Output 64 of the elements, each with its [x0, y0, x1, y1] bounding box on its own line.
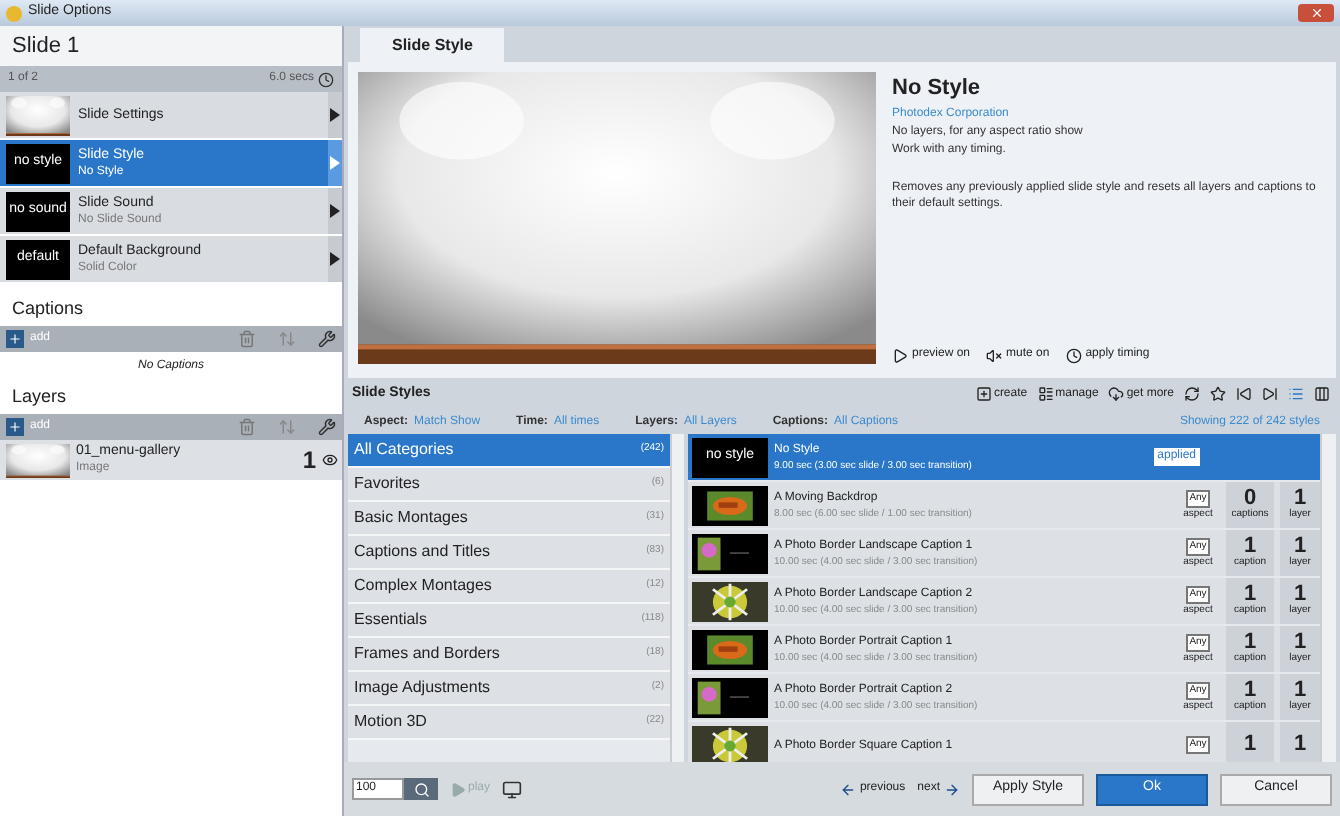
arrow-left-icon — [839, 781, 856, 797]
captions-count: 1 — [1243, 586, 1257, 604]
category-name: Complex Montages — [354, 574, 492, 598]
section-title: Layers — [10, 384, 69, 411]
cloud-icon — [1108, 386, 1125, 402]
category-name: Basic Montages — [354, 506, 468, 530]
captions-count: 1 — [1243, 682, 1257, 700]
list-icon — [1288, 386, 1304, 402]
toolbar-button[interactable] — [1312, 386, 1332, 402]
captions-count: 1 — [1243, 634, 1257, 652]
category-name: Essentials — [354, 608, 427, 632]
tab[interactable]: Slide Style — [360, 28, 505, 62]
toolbar-button[interactable] — [1208, 386, 1228, 402]
plus-icon — [975, 386, 992, 402]
clock-icon — [1065, 347, 1082, 363]
style-name: No Style — [892, 74, 983, 104]
layers-count: 1 — [1293, 736, 1307, 754]
app-icon — [6, 5, 22, 21]
toolbar-button[interactable] — [1234, 386, 1254, 402]
layers-count: 1 — [1293, 682, 1307, 700]
mute-icon — [986, 347, 1003, 363]
category-name: Frames and Borders — [354, 642, 500, 666]
refresh-icon — [1184, 386, 1200, 402]
skip-back-icon — [1236, 386, 1252, 402]
category-name: All Categories — [354, 438, 454, 462]
layers-count: 1 — [1293, 586, 1307, 604]
close-button[interactable] — [1298, 4, 1334, 22]
arrow-right-icon — [944, 781, 960, 797]
category-name: Motion 3D — [354, 710, 427, 734]
search-icon — [413, 781, 429, 797]
plus-icon — [6, 418, 24, 436]
toolbar-button[interactable] — [1260, 386, 1280, 402]
play-icon — [892, 347, 908, 363]
star-icon — [1210, 386, 1226, 402]
captions-count: 0 — [1243, 490, 1257, 508]
layer-number: 1 — [302, 444, 316, 478]
layers-count: 1 — [1293, 634, 1307, 652]
wrench-icon[interactable] — [318, 330, 336, 348]
section-title: Captions — [10, 296, 86, 323]
captions-count: 1 — [1243, 736, 1257, 754]
eye-icon[interactable] — [322, 452, 338, 468]
clock-icon — [318, 71, 334, 87]
toolbar-button[interactable] — [1182, 386, 1202, 402]
wrench-icon[interactable] — [318, 418, 336, 436]
category-name: Image Adjustments — [354, 676, 491, 700]
category-name: Captions and Titles — [354, 540, 491, 564]
category-name: Favorites — [354, 472, 420, 496]
scrollbar[interactable] — [1320, 434, 1336, 762]
search-button[interactable] — [404, 778, 438, 800]
panel-title: Slide 1 — [0, 26, 342, 66]
triangle-icon — [330, 252, 340, 266]
monitor-icon[interactable] — [502, 779, 523, 799]
triangle-icon — [330, 108, 340, 122]
close-icon — [1309, 6, 1323, 20]
play-icon — [450, 781, 466, 797]
list-icon — [1037, 386, 1054, 402]
triangle-icon — [330, 204, 340, 218]
layers-count: 1 — [1293, 490, 1307, 508]
columns-icon — [1314, 386, 1330, 402]
skip-forward-icon — [1262, 386, 1278, 402]
layers-count: 1 — [1293, 538, 1307, 556]
captions-count: 1 — [1243, 538, 1257, 556]
scrollbar[interactable] — [670, 434, 684, 762]
plus-icon — [6, 330, 24, 348]
